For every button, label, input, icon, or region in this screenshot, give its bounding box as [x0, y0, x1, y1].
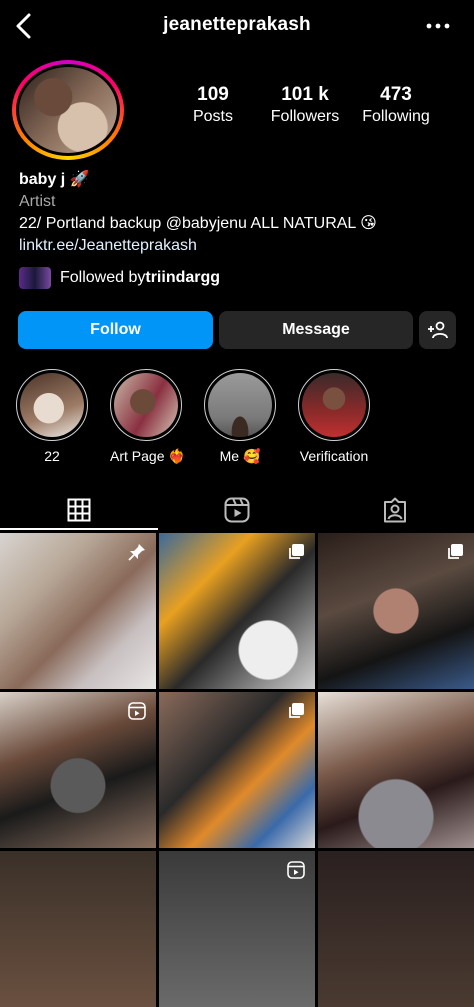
- tab-tagged[interactable]: [316, 490, 474, 530]
- highlight-label: 22: [44, 448, 60, 464]
- profile-username: jeanetteprakash: [163, 14, 311, 35]
- profile-bio: baby j 🚀 Artist 22/ Portland backup @bab…: [19, 169, 377, 257]
- highlight-thumbnail: [20, 373, 84, 437]
- followers-value: 101 k: [281, 84, 329, 105]
- grid-post-9[interactable]: [318, 851, 474, 1007]
- grid-icon: [67, 498, 91, 522]
- carousel-icon: [289, 544, 304, 559]
- followed-by-user: triindargg: [145, 269, 221, 286]
- grid-post-3[interactable]: [318, 533, 474, 689]
- highlight-thumbnail: [302, 373, 366, 437]
- grid-post-4[interactable]: [0, 692, 156, 848]
- follower-avatar: [19, 267, 51, 289]
- posts-value: 109: [197, 84, 229, 105]
- grid-post-8[interactable]: [159, 851, 315, 1007]
- tagged-icon: [384, 497, 406, 523]
- followers-count[interactable]: 101 k Followers: [264, 84, 346, 126]
- reel-icon: [287, 861, 305, 879]
- followed-by-prefix: Followed by: [60, 269, 146, 286]
- profile-category: Artist: [19, 193, 56, 210]
- pin-icon: [128, 544, 145, 561]
- active-tab-indicator: [0, 528, 158, 530]
- reel-icon: [128, 702, 146, 720]
- following-count[interactable]: 473 Following: [357, 84, 435, 126]
- bio-text: 22/ Portland backup @babyjenu ALL NATURA…: [19, 215, 377, 232]
- grid-post-1[interactable]: [0, 533, 156, 689]
- highlight-art-page[interactable]: Art Page ❤️‍🔥: [110, 369, 186, 465]
- highlight-verification[interactable]: Verification: [298, 369, 370, 464]
- display-name: baby j 🚀: [19, 171, 90, 188]
- followers-label: Followers: [270, 108, 340, 125]
- tab-posts-grid[interactable]: [0, 490, 158, 530]
- highlight-thumbnail: [208, 373, 272, 437]
- add-person-icon: [427, 321, 448, 339]
- reels-icon: [224, 497, 250, 523]
- followed-by-row[interactable]: Followed by triindargg: [19, 266, 220, 290]
- suggest-user-button[interactable]: [419, 311, 456, 349]
- following-label: Following: [362, 108, 430, 125]
- highlight-label: Me 🥰: [219, 448, 261, 464]
- tab-reels[interactable]: [158, 490, 316, 530]
- grid-post-7[interactable]: [0, 851, 156, 1007]
- profile-tabs: [0, 490, 474, 530]
- highlight-label: Verification: [299, 448, 369, 464]
- following-value: 473: [380, 84, 412, 105]
- highlight-me[interactable]: Me 🥰: [204, 369, 276, 465]
- follow-button[interactable]: Follow: [18, 311, 213, 349]
- highlight-thumbnail: [114, 373, 178, 437]
- bio-link[interactable]: linktr.ee/Jeanetteprakash: [19, 235, 377, 257]
- message-button[interactable]: Message: [219, 311, 413, 349]
- highlight-22[interactable]: 22: [16, 369, 88, 464]
- posts-label: Posts: [192, 108, 233, 125]
- grid-post-5[interactable]: [159, 692, 315, 848]
- more-options-icon[interactable]: [424, 14, 452, 38]
- carousel-icon: [289, 703, 304, 718]
- top-bar: jeanetteprakash: [0, 0, 474, 52]
- avatar-image: [19, 67, 117, 153]
- highlight-label: Art Page ❤️‍🔥: [110, 448, 186, 464]
- posts-count[interactable]: 109 Posts: [183, 84, 243, 126]
- grid-post-2[interactable]: [159, 533, 315, 689]
- grid-post-6[interactable]: [318, 692, 474, 848]
- carousel-icon: [448, 544, 463, 559]
- profile-avatar[interactable]: [12, 60, 124, 160]
